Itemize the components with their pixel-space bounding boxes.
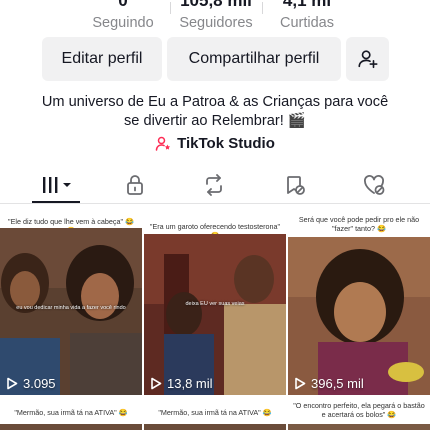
video-tile[interactable]: "Ele diz tudo que lhe vem à cabeça" 😂😂 e… xyxy=(0,213,142,395)
play-icon xyxy=(7,377,18,390)
tab-reposts[interactable] xyxy=(194,172,234,198)
video-thumbnail xyxy=(288,424,430,430)
video-subtitle: deixa EU ver suas veias xyxy=(185,301,245,307)
play-icon xyxy=(151,377,162,390)
view-count: 13,8 mil xyxy=(150,376,213,391)
tab-videos[interactable] xyxy=(36,172,76,198)
thumbnail-image xyxy=(144,234,286,395)
add-user-icon xyxy=(357,50,378,69)
repost-icon xyxy=(206,174,222,196)
edit-profile-button[interactable]: Editar perfil xyxy=(42,37,162,81)
video-thumbnail xyxy=(144,424,286,430)
view-count-value: 3.095 xyxy=(23,376,56,391)
share-profile-button[interactable]: Compartilhar perfil xyxy=(167,37,341,81)
profile-bio: Um universo de Eu a Patroa & as Crianças… xyxy=(20,93,410,131)
video-caption: "O encontro perfeito, ela pegará o bastã… xyxy=(288,401,430,419)
followers-count: 105,8 mil xyxy=(180,0,252,10)
add-friend-button[interactable] xyxy=(346,37,389,81)
studio-label: TikTok Studio xyxy=(177,135,275,152)
video-thumbnail: 396,5 mil xyxy=(288,237,430,395)
video-caption: Será que você pode pedir pro ele não "fa… xyxy=(288,215,430,233)
video-tile[interactable]: "Mermão, sua irmã tá na ATIVA" 😂 xyxy=(0,399,142,430)
followers-label: Seguidores xyxy=(179,15,253,31)
view-count: 396,5 mil xyxy=(294,376,364,391)
view-count-value: 396,5 mil xyxy=(311,376,364,391)
liked-hidden-icon xyxy=(364,175,385,195)
view-count-value: 13,8 mil xyxy=(167,376,213,391)
tab-favorites[interactable] xyxy=(275,172,315,198)
followers-stat[interactable]: 105,8 mil Seguidores xyxy=(168,0,264,32)
likes-count: 4,1 mi xyxy=(282,0,332,10)
stat-divider xyxy=(262,2,263,14)
video-tile[interactable]: "O encontro perfeito, ela pegará o bastã… xyxy=(288,399,430,430)
bio-line: Um universo de Eu a Patroa & as Crianças… xyxy=(41,94,389,110)
view-count: 3.095 xyxy=(6,376,56,391)
tiktok-studio-link[interactable]: TikTok Studio xyxy=(0,135,430,152)
play-icon xyxy=(295,377,306,390)
videos-grid-icon xyxy=(43,177,71,193)
favorites-hidden-icon xyxy=(287,176,305,195)
studio-person-icon xyxy=(155,136,171,151)
video-tile[interactable]: "Mermão, sua irmã tá na ATIVA" 😂 xyxy=(144,399,286,430)
video-caption: "Mermão, sua irmã tá na ATIVA" 😂 xyxy=(0,408,142,417)
following-count: 0 xyxy=(118,0,128,10)
following-label: Seguindo xyxy=(92,15,154,31)
likes-stat[interactable]: 4,1 mi Curtidas xyxy=(264,0,350,32)
lock-icon xyxy=(127,175,143,195)
video-tile[interactable]: "Era um garoto oferecendo testosterona" … xyxy=(144,213,286,395)
tab-private[interactable] xyxy=(115,172,155,198)
active-tab-indicator xyxy=(32,201,80,203)
video-tile[interactable]: Será que você pode pedir pro ele não "fa… xyxy=(288,213,430,395)
video-subtitle: eu vou dedicar minha vida a fazer você r… xyxy=(16,305,126,311)
thumbnail-image xyxy=(288,237,430,395)
following-stat[interactable]: 0 Seguindo xyxy=(80,0,166,32)
video-thumbnail: eu vou dedicar minha vida a fazer você r… xyxy=(0,228,142,395)
tab-liked[interactable] xyxy=(354,172,394,198)
video-caption: "Mermão, sua irmã tá na ATIVA" 😂 xyxy=(144,408,286,417)
video-thumbnail xyxy=(0,424,142,430)
video-thumbnail: deixa EU ver suas veias 13,8 mil xyxy=(144,234,286,395)
profile-tabs xyxy=(0,168,430,204)
bio-line: se divertir ao Relembrar! 🎬 xyxy=(123,113,306,129)
likes-label: Curtidas xyxy=(280,15,334,31)
